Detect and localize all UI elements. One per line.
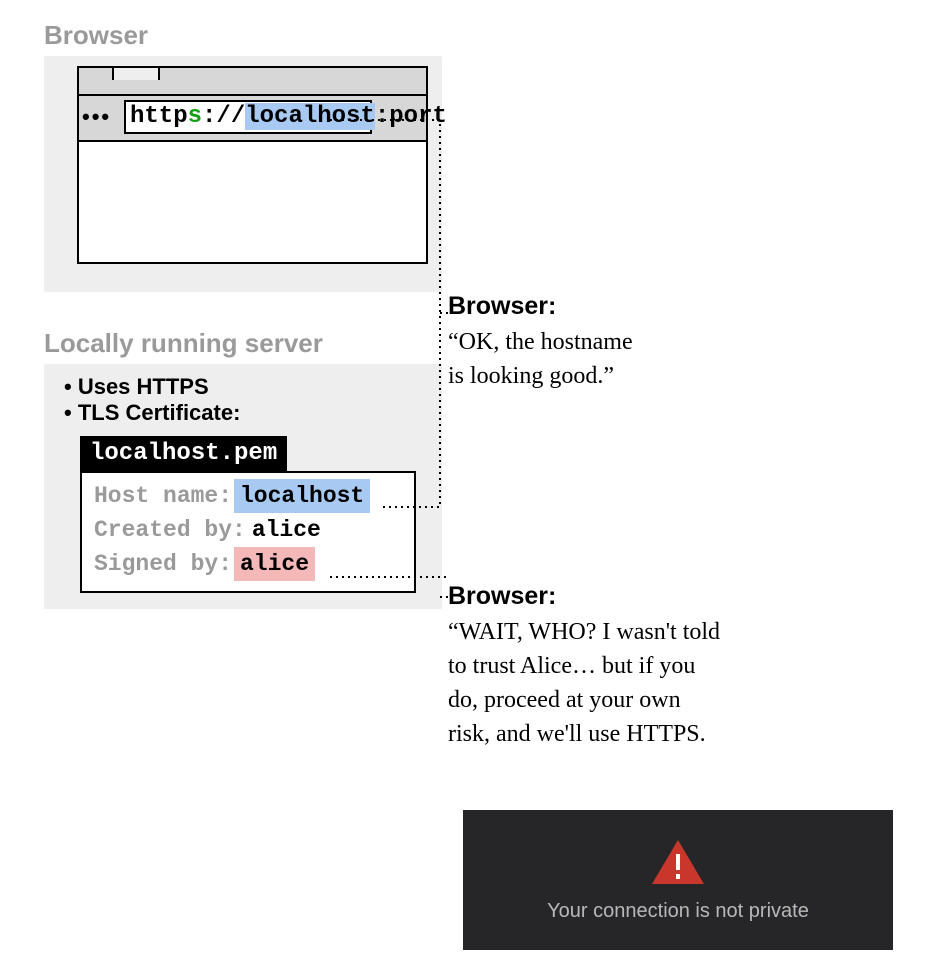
server-panel: Uses HTTPS TLS Certificate: localhost.pe…	[44, 364, 442, 609]
address-bar[interactable]: https://localhost:port	[124, 100, 372, 134]
server-bullet-https: Uses HTTPS	[64, 374, 442, 400]
cert-host-label: Host name:	[94, 479, 234, 513]
certificate: localhost.pem Host name: localhost Creat…	[80, 436, 416, 593]
warning-triangle-icon	[650, 838, 706, 886]
callout-hostname-ok: Browser: “OK, the hostname is looking go…	[448, 292, 908, 393]
certificate-body: Host name: localhost Created by: alice S…	[80, 471, 416, 593]
callout1-speaker: Browser:	[448, 292, 908, 321]
callout-untrusted-signer: Browser: “WAIT, WHO? I wasn't told to tr…	[448, 582, 908, 751]
browser-window: ••• https://localhost:port	[44, 56, 442, 284]
browser-title: Browser	[44, 20, 148, 51]
callout2-speaker: Browser:	[448, 582, 908, 611]
callout1-speech: “OK, the hostname is looking good.”	[448, 325, 908, 393]
callout2-speech: “WAIT, WHO? I wasn't told to trust Alice…	[448, 615, 908, 751]
cert-host-value: localhost	[234, 479, 370, 513]
cert-created-value: alice	[246, 513, 327, 547]
url-sep: ://	[202, 103, 245, 130]
cert-created-label: Created by:	[94, 513, 246, 547]
cert-row-host: Host name: localhost	[94, 479, 402, 513]
ssl-warning: Your connection is not private	[463, 810, 893, 950]
browser-panel: ••• https://localhost:port	[44, 56, 442, 292]
cert-row-created: Created by: alice	[94, 513, 402, 547]
url-host: localhost	[245, 103, 375, 130]
more-icon: •••	[82, 104, 111, 130]
browser-tabstrip	[77, 66, 428, 94]
cert-signed-label: Signed by:	[94, 547, 234, 581]
cert-row-signed: Signed by: alice	[94, 547, 402, 581]
server-title: Locally running server	[44, 328, 323, 359]
browser-viewport	[77, 140, 428, 264]
server-bullet-tls: TLS Certificate:	[64, 400, 442, 426]
server-bullets: Uses HTTPS TLS Certificate:	[64, 374, 442, 426]
url-scheme-http: http	[130, 103, 188, 130]
cert-signed-value: alice	[234, 547, 315, 581]
certificate-filename: localhost.pem	[80, 436, 287, 471]
url-port: port	[389, 103, 447, 130]
ssl-warning-message: Your connection is not private	[547, 900, 809, 923]
url-colon: :	[375, 103, 389, 130]
browser-tab	[112, 66, 160, 80]
url-scheme-s: s	[188, 103, 202, 130]
